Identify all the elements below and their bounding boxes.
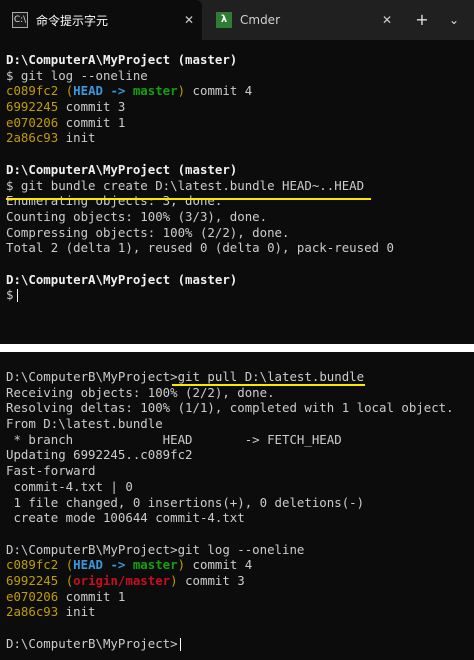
tab-label: 命令提示字元	[36, 13, 109, 28]
input-line[interactable]: $	[0, 287, 474, 303]
highlight-underline	[172, 384, 365, 386]
commit-hash: c089fc2	[6, 83, 59, 99]
prompt-line: D:\ComputerA\MyProject (master)	[6, 271, 238, 287]
head-ref: HEAD ->	[73, 83, 133, 99]
output-line: Counting objects: 100% (3/3), done.	[6, 208, 268, 224]
log-line: e070206 commit 1	[0, 589, 474, 605]
head-ref: HEAD ->	[73, 557, 133, 573]
commit-message: init	[58, 130, 96, 146]
output-line: 1 file changed, 0 insertions(+), 0 delet…	[6, 494, 365, 510]
lambda-icon: λ	[216, 12, 232, 28]
new-tab-button[interactable]: +	[412, 10, 432, 30]
command-line: $ git bundle create D:\latest.bundle HEA…	[6, 177, 365, 193]
prompt-path: D:\ComputerB\MyProject>	[6, 369, 178, 384]
input-line[interactable]: D:\ComputerB\MyProject>	[0, 636, 474, 652]
tab-command-prompt[interactable]: C:\ 命令提示字元 ✕	[0, 0, 202, 40]
commit-hash: 2a86c93	[6, 130, 59, 146]
text-cursor	[17, 289, 19, 303]
terminal-output-a: D:\ComputerA\MyProject (master) $ git lo…	[0, 52, 474, 303]
commit-message: commit 3	[58, 99, 126, 115]
prompt-path: D:\ComputerB\MyProject>	[6, 635, 178, 651]
commit-message: commit 1	[58, 114, 126, 130]
prompt-line: D:\ComputerB\MyProject>git log --oneline	[0, 542, 474, 558]
prompt-path: D:\ComputerB\MyProject>	[6, 541, 178, 557]
close-icon[interactable]: ✕	[176, 13, 202, 27]
log-line: 6992245 (origin/master) commit 3	[6, 572, 245, 588]
command-text: git pull D:\latest.bundle	[177, 369, 365, 384]
commit-message: commit 1	[58, 588, 126, 604]
terminal-output-b: D:\ComputerB\MyProject>git pull D:\lates…	[0, 369, 474, 651]
tab-cmder[interactable]: λ Cmder ✕	[204, 0, 400, 40]
window-divider	[0, 344, 474, 352]
commit-hash: e070206	[6, 114, 59, 130]
output-line: Fast-forward	[6, 463, 96, 479]
output-line: commit-4.txt | 0	[6, 478, 133, 494]
command-line: $ git log --oneline	[6, 67, 148, 83]
commit-hash: 6992245	[6, 99, 59, 115]
output-line: Total 2 (delta 1), reused 0 (delta 0), p…	[6, 240, 394, 256]
tab-label: Cmder	[240, 13, 281, 27]
output-line: create mode 100644 commit-4.txt	[6, 510, 245, 526]
chevron-down-icon[interactable]: ⌄	[444, 10, 464, 30]
branch-ref: master	[132, 83, 178, 99]
commit-hash: e070206	[6, 588, 59, 604]
output-line: Compressing objects: 100% (2/2), done.	[6, 224, 290, 240]
log-line: 2a86c93 init	[0, 604, 474, 620]
cmd-icon: C:\	[12, 12, 28, 28]
commit-hash: c089fc2	[6, 557, 59, 573]
log-line: c089fc2 (HEAD -> master) commit 4	[6, 557, 253, 573]
command-text: git log --oneline	[177, 541, 305, 557]
output-line: Receiving objects: 100% (2/2), done.	[6, 384, 275, 400]
commit-message: commit 4	[185, 557, 253, 573]
remote-branch-ref: origin/master	[73, 572, 171, 588]
text-cursor	[179, 637, 181, 651]
prompt-line: D:\ComputerA\MyProject (master)	[6, 52, 238, 67]
output-line: Updating 6992245..c089fc2	[6, 447, 193, 463]
commit-message: commit 4	[185, 83, 253, 99]
branch-ref: master	[132, 557, 178, 573]
prompt-line: D:\ComputerB\MyProject>git pull D:\lates…	[0, 369, 474, 385]
terminal-window-a: C:\ 命令提示字元 ✕ λ Cmder ✕ + ⌄ D:\ComputerA\…	[0, 0, 474, 344]
log-line: e070206 commit 1	[0, 115, 474, 131]
output-line: Enumerating objects: 3, done.	[6, 193, 223, 209]
tab-bar: C:\ 命令提示字元 ✕ λ Cmder ✕ + ⌄	[0, 0, 474, 40]
output-line: From D:\latest.bundle	[6, 416, 163, 432]
prompt-symbol: $	[6, 287, 14, 303]
log-line: 6992245 commit 3	[0, 99, 474, 115]
highlight-underline	[6, 198, 371, 200]
close-icon[interactable]: ✕	[374, 13, 400, 27]
commit-message: init	[58, 604, 96, 620]
log-line: c089fc2 (HEAD -> master) commit 4	[6, 83, 253, 99]
output-line: * branch HEAD -> FETCH_HEAD	[6, 431, 342, 447]
commit-message: commit 3	[177, 572, 245, 588]
commit-hash: 6992245	[6, 572, 59, 588]
commit-hash: 2a86c93	[6, 604, 59, 620]
log-line: 2a86c93 init	[0, 130, 474, 146]
output-line: Resolving deltas: 100% (1/1), completed …	[6, 400, 454, 416]
prompt-line: D:\ComputerA\MyProject (master)	[6, 161, 238, 177]
